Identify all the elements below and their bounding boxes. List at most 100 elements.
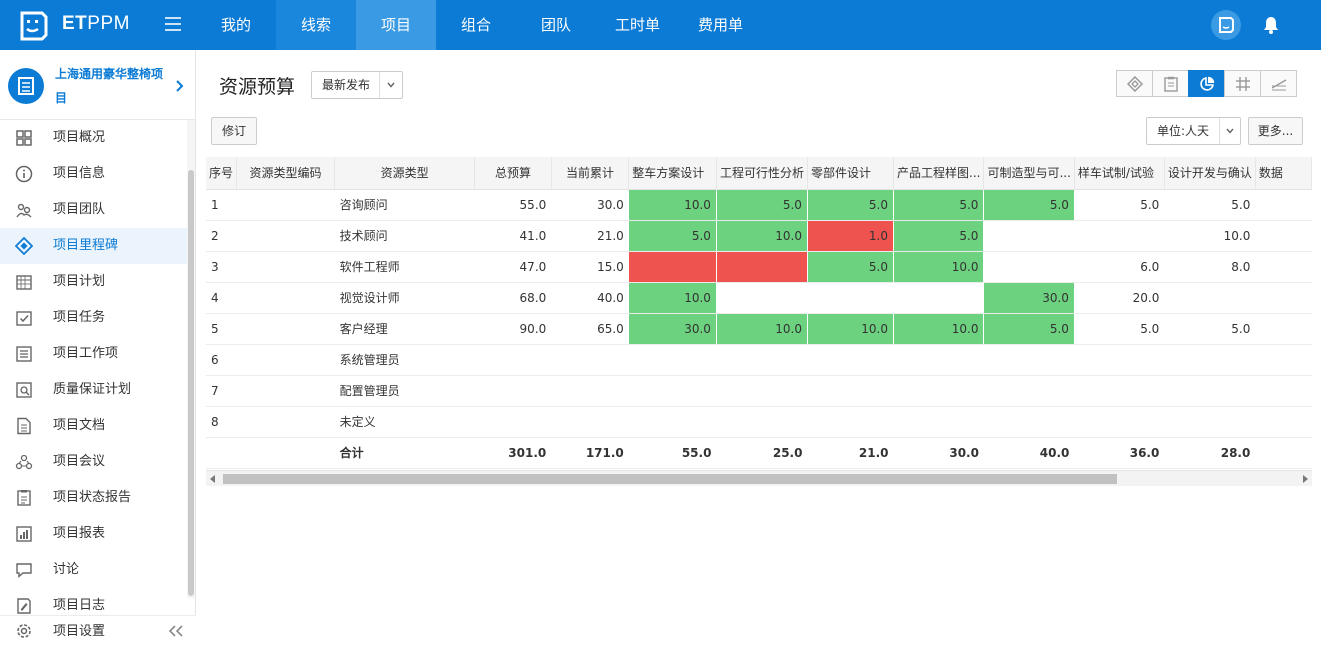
sidebar-item-8[interactable]: 项目文档: [0, 408, 188, 444]
table-cell: 视觉设计师: [334, 282, 475, 314]
column-header[interactable]: 当前累计: [551, 157, 630, 190]
version-select[interactable]: 最新发布: [311, 71, 403, 99]
table-cell: [893, 406, 984, 438]
sidebar-scroll-thumb[interactable]: [188, 170, 194, 596]
sidebar-item-0[interactable]: 项目概况: [0, 120, 188, 156]
chevron-down-icon: [387, 82, 395, 88]
column-header[interactable]: 工程可行性分析: [716, 157, 808, 190]
table-cell: 6: [206, 344, 237, 376]
nav-item-5[interactable]: 工时单: [596, 0, 679, 50]
sidebar-item-11[interactable]: 项目报表: [0, 516, 188, 552]
nav-item-6[interactable]: 费用单: [679, 0, 762, 50]
bell-icon[interactable]: [1263, 16, 1279, 34]
table-cell: 15.0: [551, 251, 629, 283]
gear-icon: [17, 624, 31, 638]
view-toggle-group: [1116, 70, 1297, 97]
scroll-right-icon[interactable]: [1302, 475, 1308, 483]
revise-button[interactable]: 修订: [211, 117, 257, 145]
sidebar-item-7[interactable]: 质量保证计划: [0, 372, 188, 408]
table-cell: 咨询顾问: [334, 189, 475, 221]
table-cell: 5.0: [983, 189, 1075, 221]
user-avatar[interactable]: [1211, 10, 1241, 40]
column-header[interactable]: 设计开发与确认: [1164, 157, 1256, 190]
project-settings-link[interactable]: 项目设置: [53, 616, 105, 646]
sidebar-item-12[interactable]: 讨论: [0, 552, 188, 588]
hamburger-menu-icon[interactable]: [165, 17, 181, 31]
nav-item-0[interactable]: 我的: [196, 0, 276, 50]
gantt-view-button[interactable]: [1224, 70, 1261, 97]
column-header[interactable]: 产品工程样图...: [893, 157, 985, 190]
nav-item-2[interactable]: 项目: [356, 0, 436, 50]
table-cell: 8: [206, 406, 237, 438]
more-button[interactable]: 更多...: [1248, 117, 1303, 145]
column-header[interactable]: 可制造型与可...: [983, 157, 1075, 190]
table-cell: [236, 344, 335, 376]
table-cell: 30.0: [893, 437, 984, 469]
sidebar-item-9[interactable]: 项目会议: [0, 444, 188, 480]
table-cell: [474, 406, 552, 438]
trend-view-button[interactable]: [1260, 70, 1297, 97]
table-cell: 5.0: [1074, 189, 1165, 221]
table-cell: [236, 220, 335, 252]
column-header[interactable]: 序号: [206, 157, 238, 190]
column-header[interactable]: 总预算: [474, 157, 552, 190]
table-cell: [1164, 282, 1256, 314]
table-row[interactable]: 6 系统管理员: [206, 344, 1312, 376]
table-cell: [628, 375, 717, 407]
nav-item-3[interactable]: 组合: [436, 0, 516, 50]
project-name[interactable]: 上海通用豪华整椅项目: [55, 62, 167, 110]
sidebar-item-4[interactable]: 项目计划: [0, 264, 188, 300]
column-header[interactable]: 资源类型: [334, 157, 476, 190]
table-cell: 客户经理: [334, 313, 475, 345]
table-cell: 47.0: [474, 251, 552, 283]
sidebar-item-6[interactable]: 项目工作项: [0, 336, 188, 372]
list-view-button[interactable]: [1152, 70, 1189, 97]
table-cell: [551, 375, 629, 407]
grid-icon: [16, 130, 32, 146]
nav-item-4[interactable]: 团队: [516, 0, 596, 50]
gantt-icon: [1236, 77, 1250, 91]
sidebar-item-2[interactable]: 项目团队: [0, 192, 188, 228]
collapse-sidebar-icon[interactable]: [168, 625, 184, 637]
table-cell: [1255, 344, 1312, 376]
brand-name: ETPPM: [62, 13, 130, 34]
table-horizontal-scrollbar[interactable]: [206, 470, 1312, 486]
chevron-right-icon[interactable]: [176, 80, 184, 92]
milestone-view-button[interactable]: [1116, 70, 1153, 97]
table-row[interactable]: 3 软件工程师 47.0 15.0 5.0 10.0 6.0 8.0: [206, 251, 1312, 283]
table-cell: 1: [206, 189, 237, 221]
table-cell: [628, 406, 717, 438]
table-row[interactable]: 8 未定义: [206, 406, 1312, 438]
sidebar-item-label: 项目团队: [53, 202, 106, 217]
project-header[interactable]: 上海通用豪华整椅项目: [0, 50, 196, 120]
table-scroll-thumb[interactable]: [223, 474, 1117, 484]
column-header[interactable]: 样车试制/试验: [1074, 157, 1165, 190]
table-row[interactable]: 5 客户经理 90.0 65.0 30.0 10.0 10.0 10.0 5.0 5.0 5.0: [206, 313, 1312, 345]
etppm-logo-icon[interactable]: [16, 9, 50, 43]
scroll-left-icon[interactable]: [210, 475, 216, 483]
table-row[interactable]: 2 技术顾问 41.0 21.0 5.0 10.0 1.0 5.0 10.0: [206, 220, 1312, 252]
table-cell: 10.0: [893, 313, 985, 345]
sidebar-item-10[interactable]: 项目状态报告: [0, 480, 188, 516]
column-header[interactable]: 数据: [1255, 157, 1312, 190]
table-row[interactable]: 4 视觉设计师 68.0 40.0 10.0 30.0 20.0: [206, 282, 1312, 314]
main-nav: 我的 线索 项目 组合 团队 工时单 费用单: [196, 0, 762, 50]
column-header[interactable]: 整车方案设计: [628, 157, 717, 190]
table-row[interactable]: 1 咨询顾问 55.0 30.0 10.0 5.0 5.0 5.0 5.0 5.0 5.0: [206, 189, 1312, 221]
table-cell: 8.0: [1164, 251, 1256, 283]
sidebar-item-1[interactable]: 项目信息: [0, 156, 188, 192]
table-cell: 5.0: [1074, 313, 1165, 345]
table-cell: [807, 375, 894, 407]
column-header[interactable]: 资源类型编码: [236, 157, 336, 190]
table-cell: [716, 406, 808, 438]
table-row[interactable]: 7 配置管理员: [206, 375, 1312, 407]
unit-select[interactable]: 单位:人天: [1146, 117, 1241, 145]
column-header[interactable]: 零部件设计: [807, 157, 895, 190]
nav-item-1[interactable]: 线索: [276, 0, 356, 50]
total-row[interactable]: 合计 301.0 171.0 55.0 25.0 21.0 30.0 40.0 36.0 28.0: [206, 437, 1312, 469]
sidebar-item-5[interactable]: 项目任务: [0, 300, 188, 336]
sidebar-item-3[interactable]: 项目里程碑: [0, 228, 188, 264]
table-cell: 21.0: [551, 220, 629, 252]
list-icon: [16, 346, 32, 362]
chart-view-button[interactable]: [1188, 70, 1225, 97]
